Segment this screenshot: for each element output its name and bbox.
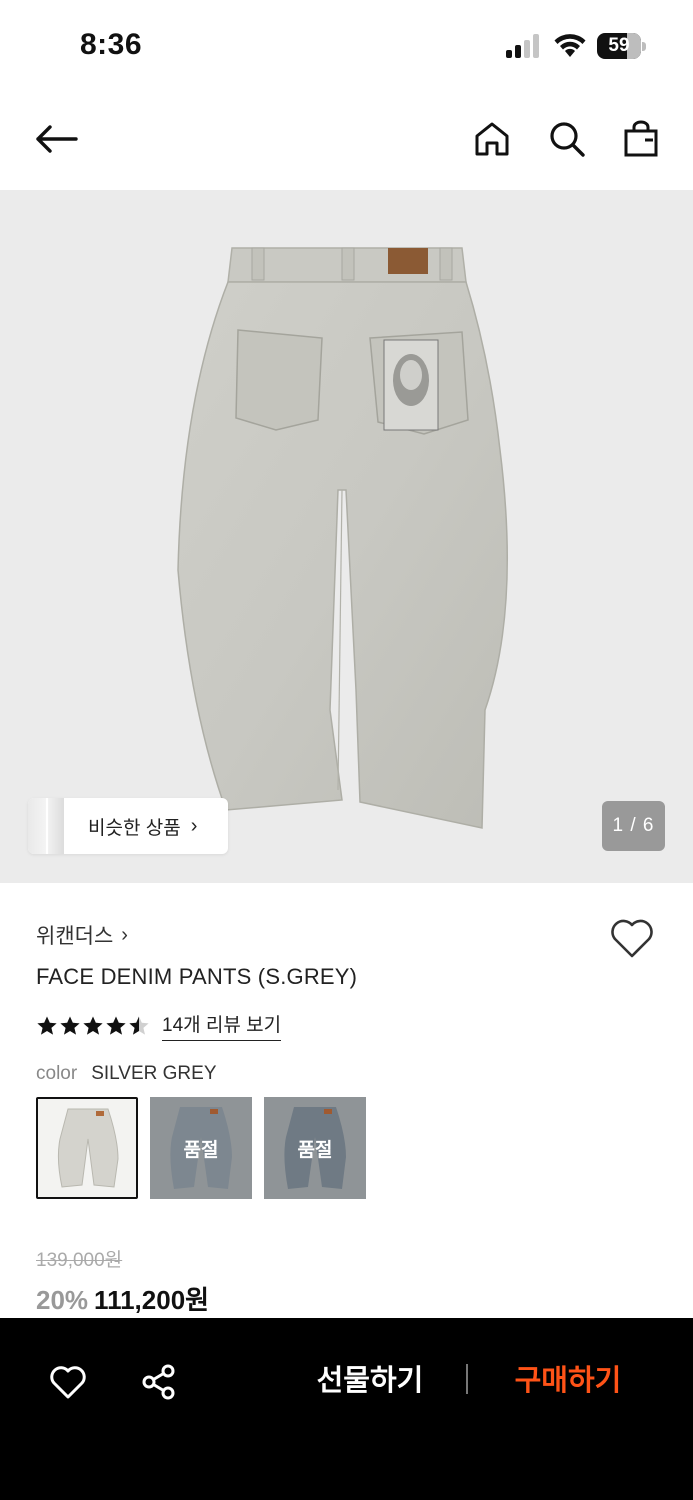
brand-link[interactable]: 위캔더스 › <box>36 920 128 950</box>
soldout-label: 품절 <box>183 1139 219 1161</box>
back-button[interactable] <box>32 115 80 163</box>
cart-button[interactable] <box>617 115 665 163</box>
color-label: color <box>36 1063 78 1084</box>
star-icon <box>83 1016 103 1035</box>
similar-product-thumbnail <box>28 798 64 854</box>
product-image <box>177 247 509 829</box>
review-link[interactable]: 14개 리뷰 보기 <box>162 1010 282 1041</box>
bottom-wishlist-button[interactable] <box>46 1360 90 1404</box>
color-row: color SILVER GREY <box>36 1063 217 1085</box>
rating-row: 14개 리뷰 보기 <box>36 1010 282 1041</box>
discount-rate: 20% <box>36 1285 89 1315</box>
status-time: 8:36 <box>80 28 143 61</box>
search-button[interactable] <box>543 115 591 163</box>
brand-name: 위캔더스 <box>36 925 114 948</box>
search-icon <box>550 122 585 157</box>
page-indicator: 1 / 6 <box>602 801 665 851</box>
home-button[interactable] <box>468 115 516 163</box>
gift-button[interactable]: 선물하기 <box>290 1356 450 1406</box>
price-block: 139,000원 20% 111,200원 <box>36 1245 209 1317</box>
swatch-image <box>57 1108 119 1188</box>
battery-level: 59 <box>608 35 630 56</box>
sale-price: 111,200원 <box>94 1285 210 1315</box>
rating-stars <box>36 1015 150 1037</box>
bottom-action-bar: 선물하기 구매하기 <box>0 1318 693 1500</box>
color-value: SILVER GREY <box>91 1063 217 1084</box>
top-navigation <box>0 95 693 180</box>
shopping-bag-icon <box>624 120 658 157</box>
wishlist-button[interactable] <box>608 916 656 960</box>
back-arrow-icon <box>36 125 78 153</box>
status-bar: 8:36 59 <box>0 0 693 90</box>
star-icon <box>106 1016 126 1035</box>
color-swatches: 품절 품절 <box>36 1097 366 1199</box>
original-price: 139,000원 <box>36 1250 123 1271</box>
wifi-icon <box>553 32 587 58</box>
similar-products-label: 비슷한 상품 <box>88 817 181 839</box>
battery-icon: 59 <box>597 33 647 59</box>
star-icon <box>129 1016 149 1035</box>
home-icon <box>475 122 509 156</box>
share-icon <box>142 1364 175 1400</box>
chevron-right-icon: › <box>121 923 128 946</box>
buy-button[interactable]: 구매하기 <box>488 1356 648 1406</box>
color-swatch-soldout-1[interactable]: 품절 <box>150 1097 252 1199</box>
star-icon <box>60 1016 80 1035</box>
share-button[interactable] <box>137 1360 181 1404</box>
cellular-signal-icon <box>506 34 542 58</box>
color-swatch-soldout-2[interactable]: 품절 <box>264 1097 366 1199</box>
color-swatch-silver-grey[interactable] <box>36 1097 138 1199</box>
product-title: FACE DENIM PANTS (S.GREY) <box>36 964 358 989</box>
star-icon <box>37 1016 57 1035</box>
chevron-right-icon: › <box>190 814 198 837</box>
soldout-label: 품절 <box>297 1139 333 1161</box>
product-image-gallery[interactable]: 비슷한 상품 › 1 / 6 <box>0 190 693 883</box>
heart-icon <box>611 919 653 958</box>
similar-products-button[interactable]: 비슷한 상품 › <box>28 798 228 854</box>
divider <box>466 1364 468 1394</box>
heart-icon <box>50 1366 86 1399</box>
